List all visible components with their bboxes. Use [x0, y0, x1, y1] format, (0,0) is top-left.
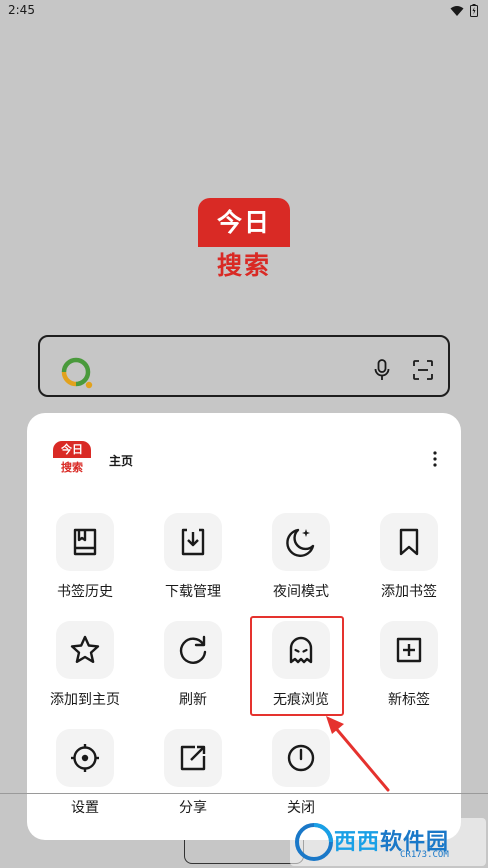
sheet-logo-bottom: 搜索 [61, 461, 83, 474]
new-tab-icon [396, 637, 422, 663]
screen: 2:45 今日 搜索 今日 搜索 主页 书签历史 下载管理 夜间模式 添加书签 … [0, 0, 488, 868]
sheet-title: 主页 [109, 454, 134, 468]
annotation-arrow-icon [326, 716, 390, 792]
bookmark-history-icon [73, 528, 97, 556]
menu-item-label: 书签历史 [57, 584, 113, 600]
menu-item-label: 刷新 [179, 692, 207, 708]
menu-item-label: 添加书签 [381, 584, 437, 600]
bottom-divider [0, 793, 488, 794]
menu-item-refresh[interactable]: 刷新 [141, 621, 241, 711]
moon-icon [286, 528, 315, 557]
watermark: 西西软件园 CR173.COM [290, 818, 486, 866]
menu-item-settings[interactable]: 设置 [33, 729, 133, 819]
menu-item-label: 夜间模式 [273, 584, 329, 600]
logo-top-text: 今日 [198, 198, 290, 247]
menu-tile [164, 729, 222, 787]
share-icon [180, 745, 206, 771]
star-icon [70, 635, 100, 663]
search-input[interactable] [38, 335, 450, 397]
menu-tile [56, 621, 114, 679]
logo-bottom-text: 搜索 [216, 251, 271, 280]
settings-icon [71, 744, 99, 772]
menu-tile [380, 513, 438, 571]
menu-tile [380, 621, 438, 679]
app-logo: 今日 搜索 [198, 198, 290, 286]
bottom-tab-outline [184, 840, 304, 864]
menu-item-share[interactable]: 分享 [141, 729, 241, 819]
sheet-header: 今日 搜索 主页 [27, 413, 461, 483]
menu-item-label: 设置 [71, 800, 99, 816]
watermark-url: CR173.COM [400, 850, 449, 860]
wifi-icon [450, 5, 464, 16]
status-icons [450, 4, 478, 17]
refresh-icon [179, 635, 207, 664]
menu-item-label: 关闭 [287, 800, 315, 816]
menu-tile [272, 513, 330, 571]
bookmark-icon [399, 528, 419, 556]
menu-tile [164, 513, 222, 571]
download-icon [181, 528, 205, 556]
scan-icon[interactable] [412, 359, 434, 381]
search-logo-icon [61, 357, 93, 389]
menu-item-new-tab[interactable]: 新标签 [357, 621, 457, 711]
menu-item-bookmark-history[interactable]: 书签历史 [33, 513, 133, 603]
more-vertical-icon[interactable] [427, 449, 443, 469]
menu-item-downloads[interactable]: 下载管理 [141, 513, 241, 603]
watermark-logo-icon [295, 823, 333, 861]
status-time: 2:45 [8, 3, 35, 17]
menu-item-night-mode[interactable]: 夜间模式 [249, 513, 349, 603]
battery-icon [470, 4, 478, 17]
menu-item-label: 分享 [179, 800, 207, 816]
menu-item-label: 下载管理 [165, 584, 221, 600]
menu-tile [56, 513, 114, 571]
menu-item-add-bookmark[interactable]: 添加书签 [357, 513, 457, 603]
power-icon [287, 744, 315, 772]
sheet-logo-top: 今日 [53, 441, 91, 458]
sheet-logo: 今日 搜索 [53, 441, 91, 476]
menu-tile [56, 729, 114, 787]
menu-tile [164, 621, 222, 679]
microphone-icon[interactable] [372, 359, 392, 381]
menu-item-label: 添加到主页 [50, 692, 120, 708]
watermark-brand-a: 西西 [334, 830, 381, 855]
status-bar: 2:45 [0, 0, 488, 22]
menu-item-add-to-home[interactable]: 添加到主页 [33, 621, 133, 711]
